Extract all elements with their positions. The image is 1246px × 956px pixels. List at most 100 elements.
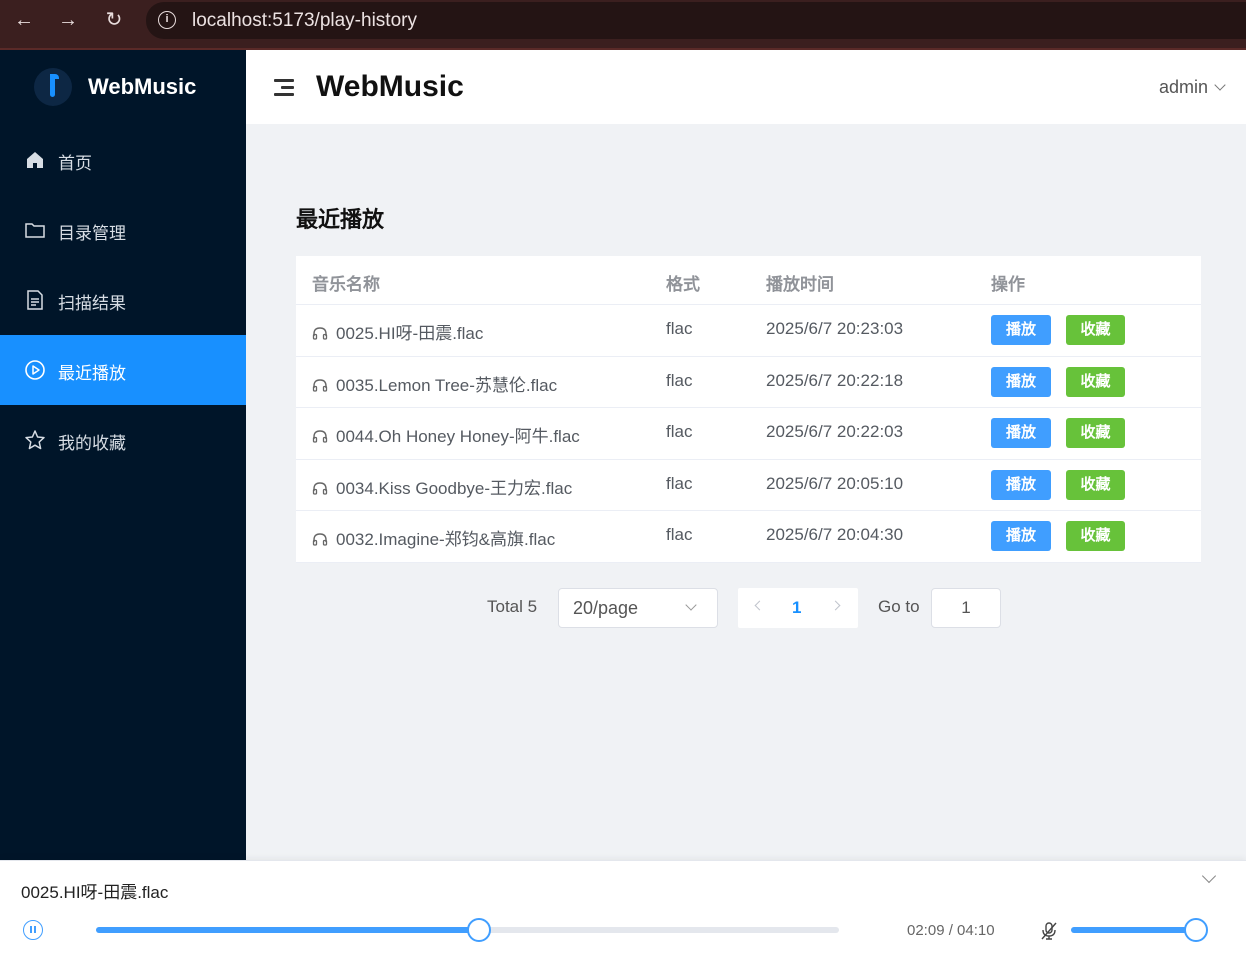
play-button[interactable]: 播放 <box>991 418 1051 448</box>
table-row: 0044.Oh Honey Honey-阿牛.flac flac 2025/6/7 … <box>296 408 1201 460</box>
favorite-button[interactable]: 收藏 <box>1066 418 1125 448</box>
track-format: flac <box>666 525 693 544</box>
play-button[interactable]: 播放 <box>991 521 1051 551</box>
section-title: 最近播放 <box>296 207 385 232</box>
table-header: 音乐名称 格式 播放时间 操作 <box>296 256 1201 305</box>
back-icon[interactable]: ← <box>10 8 38 32</box>
track-name: 0025.HI呀-田震.flac <box>336 324 484 343</box>
browser-toolbar: ← → ↻ i localhost:5173/play-history <box>0 0 1246 50</box>
page-size-select[interactable]: 20/page <box>558 588 718 628</box>
star-icon <box>25 430 45 450</box>
track-format: flac <box>666 370 693 390</box>
track-name: 0044.Oh Honey Honey-阿牛.flac <box>336 427 580 446</box>
favorite-button[interactable]: 收藏 <box>1066 521 1125 551</box>
reload-icon[interactable]: ↻ <box>100 8 128 32</box>
headphone-icon <box>312 430 328 443</box>
favorite-button[interactable]: 收藏 <box>1066 469 1125 500</box>
play-time: 2025/6/7 20:22:18 <box>766 370 904 390</box>
page-size-value: 20/page <box>573 598 639 618</box>
goto-label: Go to <box>878 597 920 616</box>
top-header: WebMusic admin <box>246 50 1246 124</box>
sidebar-item-label: 我的收藏 <box>58 434 126 453</box>
track-name-cell: 0025.HI呀-田震.flac <box>312 319 483 344</box>
pagination-total: Total 5 <box>487 597 538 616</box>
favorite-button[interactable]: 收藏 <box>1066 315 1125 345</box>
track-format: flac <box>666 319 693 338</box>
microphone-muted-icon[interactable] <box>1040 921 1058 941</box>
goto-page-input[interactable]: 1 <box>931 588 1001 628</box>
favorite-button[interactable]: 收藏 <box>1066 366 1125 397</box>
play-button[interactable]: 播放 <box>991 366 1051 397</box>
folder-icon <box>25 223 45 238</box>
volume-slider[interactable] <box>1071 918 1208 942</box>
next-page-icon[interactable] <box>830 600 841 611</box>
headphone-icon <box>312 378 328 392</box>
pager: 1 <box>738 588 858 628</box>
audio-player: 0025.HI呀-田震.flac 02:09 / 04:10 <box>0 860 1246 956</box>
play-time: 2025/6/7 20:23:03 <box>766 319 904 338</box>
headphone-icon <box>312 481 328 495</box>
sidebar-item-home[interactable]: 首页 <box>0 125 246 195</box>
sidebar-item-favorites[interactable]: 我的收藏 <box>0 405 246 475</box>
track-format: flac <box>666 422 693 441</box>
url-text: localhost:5173/play-history <box>192 10 417 31</box>
sidebar-brand: WebMusic <box>88 74 197 99</box>
headphone-icon <box>312 533 328 546</box>
progress-handle[interactable] <box>467 918 492 942</box>
track-name-cell: 0044.Oh Honey Honey-阿牛.flac <box>312 422 580 447</box>
table-row: 0032.Imagine-郑钧&高旗.flac flac 2025/6/7 20:0… <box>296 511 1201 563</box>
address-bar[interactable]: i localhost:5173/play-history <box>146 2 1246 39</box>
play-button[interactable]: 播放 <box>991 315 1051 345</box>
table-row: 0025.HI呀-田震.flac flac 2025/6/7 20:23:03 播放收… <box>296 305 1201 357</box>
sidebar-item-scan-results[interactable]: 扫描结果 <box>0 265 246 335</box>
table-row: 0034.Kiss Goodbye-王力宏.flac flac 2025/6/7 2… <box>296 460 1201 511</box>
track-name: 0034.Kiss Goodbye-王力宏.flac <box>336 478 573 498</box>
chevron-down-icon <box>1214 79 1226 91</box>
now-playing-title: 0025.HI呀-田震.flac <box>21 883 169 902</box>
document-icon <box>27 290 43 310</box>
play-button[interactable]: 播放 <box>991 469 1051 500</box>
collapse-player-icon[interactable] <box>1201 868 1217 884</box>
volume-fill <box>1071 927 1196 933</box>
site-info-icon[interactable]: i <box>158 11 176 29</box>
username: admin <box>1158 77 1208 97</box>
table-row: 0035.Lemon Tree-苏慧伦.flac flac 2025/6/7 20:… <box>296 357 1201 408</box>
playback-time: 02:09 / 04:10 <box>907 922 995 939</box>
column-header-time: 播放时间 <box>766 275 834 294</box>
column-header-format: 格式 <box>666 275 700 294</box>
headphone-icon <box>312 327 328 340</box>
menu-toggle-icon[interactable] <box>274 79 294 97</box>
chevron-down-icon <box>685 599 697 611</box>
page-title: WebMusic <box>316 70 464 103</box>
play-time: 2025/6/7 20:22:03 <box>766 422 904 441</box>
track-name-cell: 0035.Lemon Tree-苏慧伦.flac <box>312 371 557 396</box>
track-name-cell: 0034.Kiss Goodbye-王力宏.flac <box>312 474 572 499</box>
play-time: 2025/6/7 20:05:10 <box>766 473 904 493</box>
sidebar-item-recent-play[interactable]: 最近播放 <box>0 335 246 405</box>
page-number-current[interactable]: 1 <box>792 598 801 618</box>
play-time: 2025/6/7 20:04:30 <box>766 525 904 544</box>
prev-page-icon[interactable] <box>754 600 765 611</box>
track-name: 0035.Lemon Tree-苏慧伦.flac <box>336 375 558 395</box>
track-name-cell: 0032.Imagine-郑钧&高旗.flac <box>312 525 555 550</box>
sidebar-item-label: 扫描结果 <box>58 294 126 313</box>
pause-icon[interactable] <box>23 920 43 940</box>
play-circle-icon <box>25 360 45 380</box>
volume-handle[interactable] <box>1184 918 1208 942</box>
home-icon <box>27 152 43 168</box>
column-header-actions: 操作 <box>991 275 1025 294</box>
column-header-name: 音乐名称 <box>312 275 380 294</box>
track-name: 0032.Imagine-郑钧&高旗.flac <box>336 530 556 549</box>
sidebar-item-label: 目录管理 <box>58 224 126 243</box>
forward-icon[interactable]: → <box>54 8 82 32</box>
progress-fill <box>96 927 480 933</box>
sidebar: WebMusic 首页 目录管理 扫描结果 最近播放 我的收藏 <box>0 50 246 860</box>
sidebar-item-label: 最近播放 <box>58 364 126 383</box>
progress-slider[interactable] <box>96 918 839 942</box>
sidebar-item-label: 首页 <box>58 154 92 173</box>
sidebar-item-directory[interactable]: 目录管理 <box>0 195 246 265</box>
play-history-table: 音乐名称 格式 播放时间 操作 0025.HI呀-田震.flac flac 2025… <box>296 256 1201 563</box>
user-menu[interactable]: admin <box>1158 77 1226 98</box>
logo <box>34 68 72 106</box>
track-format: flac <box>666 473 693 493</box>
